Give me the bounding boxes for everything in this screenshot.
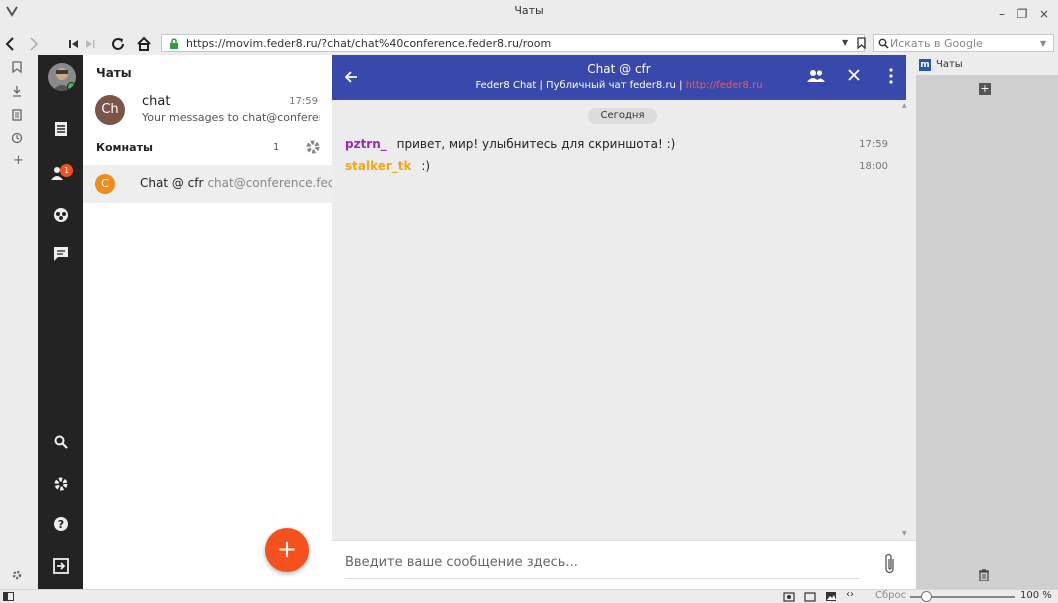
address-bar[interactable]: https://movim.feder8.ru/?chat/chat%40con… bbox=[161, 34, 865, 52]
news-icon[interactable] bbox=[38, 114, 83, 144]
status-bar: ‹› Сброс 100 % bbox=[0, 589, 1058, 603]
capture-icon[interactable] bbox=[783, 591, 795, 602]
help-icon[interactable]: ? bbox=[38, 509, 83, 539]
title-bar: Чаты – ❐ × bbox=[0, 0, 1058, 36]
search-icon[interactable] bbox=[38, 427, 83, 457]
chat-time: 17:59 bbox=[289, 96, 318, 107]
zoom-slider-handle[interactable] bbox=[920, 591, 932, 602]
rooms-count: 1 bbox=[273, 142, 280, 153]
bookmark-icon[interactable] bbox=[12, 61, 22, 73]
search-placeholder: Искать в Google bbox=[890, 37, 983, 50]
close-window-icon[interactable]: × bbox=[1035, 6, 1053, 22]
message-time: 18:00 bbox=[859, 161, 888, 172]
search-input[interactable]: Искать в Google ▼ bbox=[873, 34, 1054, 52]
message-row[interactable]: stalker_tk :) bbox=[345, 159, 430, 173]
back-icon[interactable] bbox=[0, 34, 20, 54]
settings-icon[interactable] bbox=[38, 469, 83, 499]
zoom-reset-button[interactable]: Сброс bbox=[875, 590, 906, 601]
room-title: Chat @ cfr bbox=[140, 176, 204, 190]
rooms-settings-icon[interactable] bbox=[305, 139, 321, 155]
tile-icon[interactable] bbox=[804, 592, 816, 602]
lock-icon bbox=[169, 38, 179, 49]
message-row[interactable]: pztrn_ привет, мир! улыбнитесь для скрин… bbox=[345, 137, 675, 151]
bookmark-page-icon[interactable] bbox=[857, 37, 866, 49]
contacts-badge: 1 bbox=[60, 164, 73, 177]
add-panel-icon[interactable]: + bbox=[13, 153, 24, 168]
chat-subtitle-text: Feder8 Chat | Публичный чат feder8.ru | bbox=[475, 80, 686, 91]
url-dropdown-icon[interactable]: ▼ bbox=[842, 38, 848, 47]
panel-settings-icon[interactable] bbox=[11, 569, 23, 581]
chats-panel: Чаты Ch chat 17:59 Your messages to chat… bbox=[83, 55, 372, 590]
message-time: 17:59 bbox=[859, 139, 888, 150]
forward-icon[interactable] bbox=[24, 34, 44, 54]
attachment-icon[interactable] bbox=[884, 553, 896, 575]
message-composer: Введите ваше сообщение здесь... bbox=[332, 540, 917, 590]
chats-icon[interactable] bbox=[38, 239, 83, 269]
more-options-icon[interactable] bbox=[889, 68, 893, 84]
home-icon[interactable] bbox=[134, 34, 154, 54]
browser-side-panel: + bbox=[0, 55, 38, 590]
message-input[interactable]: Введите ваше сообщение здесь... bbox=[345, 555, 578, 570]
search-engine-icon[interactable] bbox=[878, 38, 889, 49]
notes-icon[interactable] bbox=[12, 109, 22, 121]
scroll-down-icon[interactable]: ▼ bbox=[902, 530, 907, 537]
chat-header: Chat @ cfr Feder8 Chat | Публичный чат f… bbox=[332, 55, 906, 100]
close-chat-icon[interactable] bbox=[847, 68, 861, 82]
rooms-header: Комнаты 1 bbox=[83, 135, 332, 162]
chat-preview: Your messages to chat@conference.feder8.… bbox=[142, 111, 320, 124]
logout-icon[interactable] bbox=[38, 551, 83, 581]
chat-list-item[interactable]: Ch chat 17:59 Your messages to chat@conf… bbox=[83, 89, 332, 135]
trash-icon[interactable] bbox=[979, 569, 989, 581]
chat-subtitle-link[interactable]: http://feder8.ru bbox=[686, 80, 763, 91]
online-status-icon bbox=[67, 82, 76, 91]
url-text: https://movim.feder8.ru/?chat/chat%40con… bbox=[186, 37, 552, 50]
svg-text:?: ? bbox=[57, 518, 63, 531]
message-text: привет, мир! улыбнитесь для скриншота! :… bbox=[396, 137, 676, 151]
web-panel: m Чаты + bbox=[916, 55, 1058, 590]
window-title: Чаты bbox=[514, 4, 544, 17]
members-icon[interactable] bbox=[807, 69, 825, 83]
chats-heading: Чаты bbox=[96, 66, 132, 80]
reload-icon[interactable] bbox=[108, 34, 128, 54]
zoom-level: 100 % bbox=[1020, 590, 1052, 601]
add-tab-icon[interactable]: + bbox=[979, 83, 991, 95]
history-icon[interactable] bbox=[11, 132, 23, 144]
message-list[interactable]: Сегодня pztrn_ привет, мир! улыбнитесь д… bbox=[332, 100, 908, 540]
contacts-icon[interactable]: 1 bbox=[38, 158, 83, 188]
message-author[interactable]: stalker_tk bbox=[345, 159, 412, 173]
message-scrollbar[interactable]: ▲ ▼ bbox=[902, 100, 908, 540]
search-dropdown-icon[interactable]: ▼ bbox=[1040, 39, 1046, 48]
rooms-label: Комнаты bbox=[96, 141, 153, 154]
message-author[interactable]: pztrn_ bbox=[345, 137, 387, 151]
chat-avatar: Ch bbox=[95, 95, 125, 125]
web-panel-title: Чаты bbox=[936, 59, 963, 70]
chat-name: chat bbox=[142, 94, 171, 109]
avatar[interactable] bbox=[48, 63, 76, 91]
download-icon[interactable] bbox=[12, 85, 22, 97]
images-icon[interactable] bbox=[825, 591, 837, 602]
scroll-up-icon[interactable]: ▲ bbox=[902, 102, 907, 109]
room-avatar: C bbox=[95, 174, 115, 194]
fast-forward-icon[interactable] bbox=[80, 34, 100, 54]
date-badge: Сегодня bbox=[588, 108, 657, 124]
room-list-item[interactable]: C Chat @ cfr chat@conference.feder8.ru bbox=[83, 165, 372, 203]
communities-icon[interactable] bbox=[38, 200, 83, 230]
composer-underline bbox=[345, 578, 860, 579]
web-panel-tab[interactable]: m Чаты bbox=[916, 55, 1058, 75]
navigation-bar: https://movim.feder8.ru/?chat/chat%40con… bbox=[0, 34, 1058, 54]
toggle-panel-icon[interactable] bbox=[3, 592, 14, 601]
message-text: :) bbox=[421, 159, 431, 173]
new-chat-button[interactable]: + bbox=[265, 528, 309, 572]
minimize-icon[interactable]: – bbox=[993, 6, 1011, 22]
app-sidebar: 1 ? bbox=[38, 55, 83, 590]
maximize-icon[interactable]: ❐ bbox=[1013, 6, 1031, 22]
page-actions-icon[interactable]: ‹› bbox=[846, 589, 854, 600]
movim-icon: m bbox=[919, 59, 931, 71]
